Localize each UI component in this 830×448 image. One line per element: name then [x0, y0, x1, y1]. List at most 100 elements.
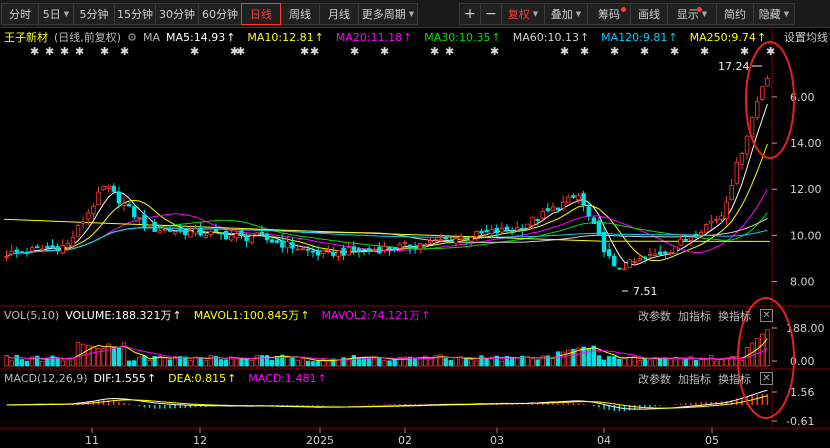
macd-switch-indicator-button[interactable]: 换指标 [718, 371, 751, 387]
candle [520, 227, 525, 230]
candle [448, 240, 454, 243]
event-star-icon[interactable]: ✱ [445, 45, 454, 58]
candle [45, 245, 50, 249]
volume-bar [612, 356, 617, 367]
vol-switch-indicator-button[interactable]: 换指标 [718, 308, 751, 324]
period-daily-tab[interactable]: 日线 [241, 3, 281, 25]
event-star-icon[interactable]: ✱ [30, 45, 39, 58]
vol-close-icon[interactable]: ✕ [760, 309, 773, 322]
event-star-icon[interactable]: ✱ [766, 45, 775, 58]
event-star-icon[interactable]: ✱ [300, 45, 309, 58]
candle [739, 153, 745, 165]
macd-y-tick-label: -0.61 [786, 415, 814, 428]
candle [372, 249, 377, 251]
up-arrow-icon: ↑ [146, 371, 157, 385]
candle [142, 214, 147, 228]
volume-bar [218, 359, 224, 367]
candle [433, 238, 438, 241]
candle [709, 220, 714, 224]
candle [239, 230, 244, 236]
vol-add-indicator-button[interactable]: 加指标 [678, 308, 711, 324]
volume-bar [617, 358, 622, 367]
event-star-icon[interactable]: ✱ [740, 45, 749, 58]
candle [382, 246, 387, 251]
candle [397, 243, 402, 249]
volume-bar [397, 357, 402, 367]
volume-bar [530, 358, 535, 367]
candle [361, 248, 367, 251]
candle [300, 247, 305, 250]
candle [453, 238, 459, 244]
event-star-icon[interactable]: ✱ [560, 45, 569, 58]
event-star-icon[interactable]: ✱ [580, 45, 589, 58]
volume-bar [249, 360, 254, 367]
up-arrow-icon: ↑ [300, 309, 310, 322]
candle [249, 235, 254, 244]
volume-bar [755, 338, 760, 367]
candle [576, 195, 581, 201]
macd-add-indicator-button[interactable]: 加指标 [678, 371, 711, 387]
event-star-icon[interactable]: ✱ [350, 45, 359, 58]
volume-bar [142, 355, 147, 367]
candle [229, 235, 234, 241]
macd-params-button[interactable]: 改参数 [638, 371, 671, 387]
up-arrow-icon: ↑ [317, 371, 327, 385]
event-star-icon[interactable]: ✱ [640, 45, 649, 58]
event-star-icon[interactable]: ✱ [120, 45, 129, 58]
candle [336, 250, 341, 257]
candle [285, 241, 290, 249]
volume-bar [244, 358, 249, 367]
candle [688, 236, 694, 241]
candle [535, 219, 540, 222]
candle [280, 240, 285, 248]
candle [474, 231, 479, 238]
event-star-icon[interactable]: ✱ [700, 45, 709, 58]
candle [65, 243, 71, 248]
event-star-icon[interactable]: ✱ [670, 45, 679, 58]
volume-bar [417, 358, 423, 367]
volume-bar [443, 358, 448, 367]
candle [469, 237, 474, 242]
y-tick-label: 14.00 [790, 137, 822, 150]
candle [331, 251, 336, 257]
candle [729, 185, 734, 200]
volume-bar [137, 356, 142, 367]
candle [162, 228, 168, 231]
candle [198, 228, 203, 236]
event-star-icon[interactable]: ✱ [60, 45, 69, 58]
volume-bar [183, 356, 188, 367]
event-star-icon[interactable]: ✱ [236, 45, 245, 58]
volume-bar [463, 358, 469, 367]
event-star-icon[interactable]: ✱ [490, 45, 499, 58]
candle [356, 248, 362, 252]
volume-bar [555, 351, 561, 367]
event-star-icon[interactable]: ✱ [610, 45, 619, 58]
event-star-icon[interactable]: ✱ [190, 45, 199, 58]
y-tick-label: 8.00 [790, 276, 815, 289]
volume-bar [377, 357, 382, 367]
volume-bar [693, 359, 699, 367]
event-star-icon[interactable]: ✱ [100, 45, 109, 58]
candle [111, 185, 116, 192]
vol-params-button[interactable]: 改参数 [638, 308, 671, 324]
macd-y-tick-label: 1.56 [790, 386, 815, 399]
candle [326, 249, 331, 252]
volume-bar [627, 357, 632, 367]
volume-bar [535, 359, 540, 367]
candle [407, 244, 413, 249]
event-star-icon[interactable]: ✱ [75, 45, 84, 58]
candle [734, 162, 740, 184]
candle [101, 185, 106, 191]
macd-close-icon[interactable]: ✕ [760, 372, 773, 385]
volume-bar [550, 357, 556, 367]
volume-bar [601, 359, 607, 367]
event-star-icon[interactable]: ✱ [45, 45, 54, 58]
event-star-icon[interactable]: ✱ [380, 45, 389, 58]
candle [606, 249, 612, 257]
event-star-icon[interactable]: ✱ [430, 45, 439, 58]
volume-bar [703, 358, 709, 367]
volume-bar [336, 359, 341, 367]
volume-bar [70, 357, 76, 367]
volume-bar [387, 360, 392, 367]
event-star-icon[interactable]: ✱ [310, 45, 319, 58]
